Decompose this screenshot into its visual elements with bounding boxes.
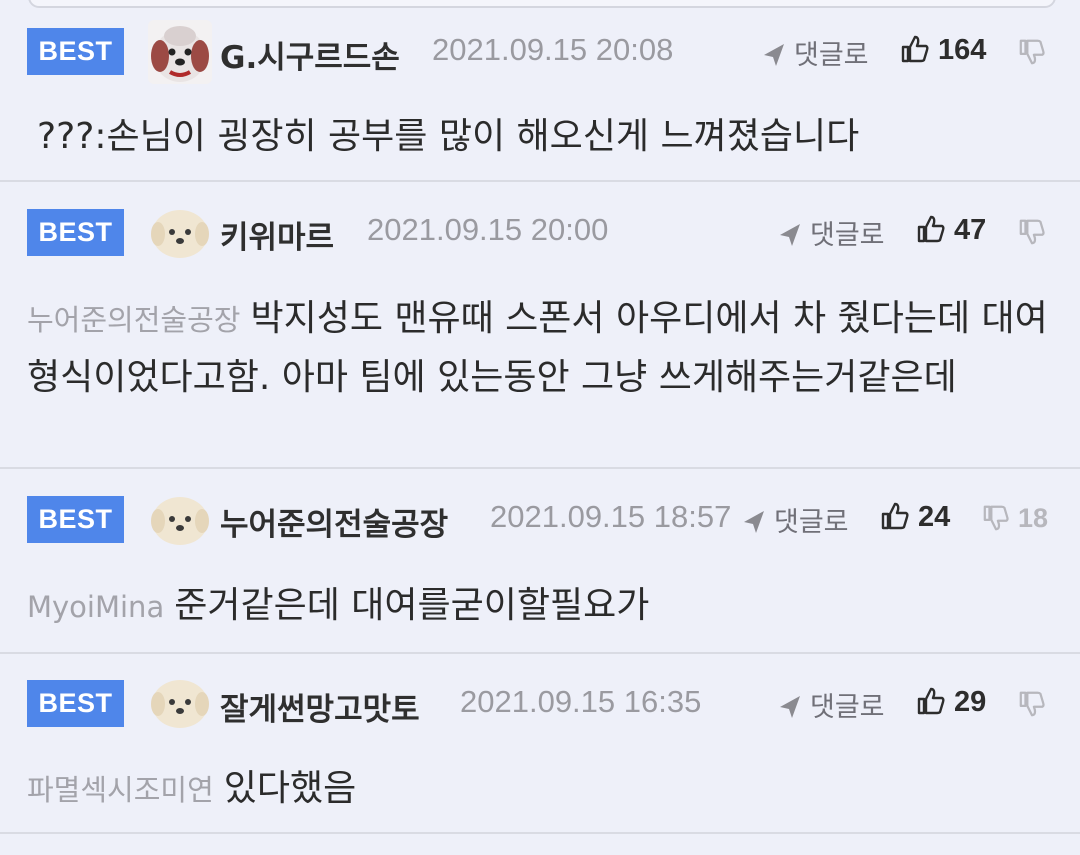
comment-text: 준거같은데 대여를굳이할필요가 [174, 585, 650, 626]
like-button[interactable]: 164 [900, 34, 986, 72]
best-badge: BEST [27, 680, 124, 727]
comment-list-page: BEST G.시구르드손 2021.09.15 20:08 댓글로 164 ??… [0, 0, 1080, 855]
reply-button[interactable]: 댓글로 [762, 33, 869, 75]
comment-item: BEST G.시구르드손 2021.09.15 20:08 댓글로 164 ??… [0, 0, 1080, 182]
dislike-button[interactable] [1018, 689, 1054, 725]
reply-label: 댓글로 [810, 220, 885, 251]
comment-date: 2021.09.15 20:00 [367, 212, 609, 247]
comment-item: BEST 키위마르 2021.09.15 20:00 댓글로 47 누어준의전술… [0, 182, 1080, 469]
like-button[interactable]: 29 [916, 686, 986, 724]
reply-button[interactable]: 댓글로 [778, 685, 885, 727]
comment-body: 누어준의전술공장 박지성도 맨유때 스폰서 아우디에서 차 줬다는데 대여형식이었… [27, 290, 1057, 407]
like-button[interactable]: 24 [880, 501, 950, 539]
comment-date: 2021.09.15 16:35 [460, 684, 702, 719]
like-count: 47 [954, 214, 987, 246]
reply-button[interactable]: 댓글로 [778, 213, 885, 255]
best-badge: BEST [27, 28, 124, 75]
best-badge: BEST [27, 209, 124, 256]
comment-author[interactable]: 잘게썬망고맛토 [220, 684, 420, 729]
thumbs-up-icon [880, 501, 910, 539]
like-count: 24 [918, 501, 951, 533]
thumbs-down-icon [982, 504, 1010, 539]
reply-mention[interactable]: 누어준의전술공장 [27, 303, 240, 337]
reply-mention[interactable]: 파멸섹시조미연 [27, 773, 214, 807]
avatar[interactable] [148, 672, 212, 736]
comment-date: 2021.09.15 18:57 [490, 499, 732, 534]
reply-label: 댓글로 [774, 507, 849, 538]
reply-label: 댓글로 [810, 692, 885, 723]
reply-arrow-icon [778, 694, 802, 727]
thumbs-down-icon [1018, 38, 1046, 73]
thumbs-down-icon [1018, 690, 1046, 725]
comment-item: BEST 잘게썬망고맛토 2021.09.15 16:35 댓글로 29 파멸섹… [0, 654, 1080, 834]
comment-body: ???:손님이 굉장히 공부를 많이 해오신게 느껴졌습니다 [27, 108, 1057, 167]
thumbs-up-icon [900, 34, 930, 72]
reply-label: 댓글로 [794, 40, 869, 71]
comment-text: 있다했음 [223, 768, 357, 809]
reply-button[interactable]: 댓글로 [742, 500, 849, 542]
avatar[interactable] [148, 489, 212, 553]
reply-arrow-icon [762, 42, 786, 75]
comment-date: 2021.09.15 20:08 [432, 32, 674, 67]
avatar[interactable] [148, 20, 212, 84]
dislike-button[interactable] [1018, 217, 1054, 253]
avatar[interactable] [148, 202, 212, 266]
like-button[interactable]: 47 [916, 214, 986, 252]
dislike-button[interactable] [1018, 37, 1054, 73]
comment-author[interactable]: 키위마르 [220, 212, 334, 257]
comment-author[interactable]: 누어준의전술공장 [220, 499, 448, 544]
reply-mention[interactable]: MyoiMina [27, 590, 164, 624]
best-badge: BEST [27, 496, 124, 543]
like-count: 29 [954, 686, 987, 718]
comment-body: 파멸섹시조미연 있다했음 [27, 760, 1057, 819]
like-count: 164 [938, 34, 987, 66]
dislike-button[interactable]: 18 [982, 503, 1048, 539]
dislike-count: 18 [1018, 503, 1049, 533]
reply-arrow-icon [742, 509, 766, 542]
comment-text: ???:손님이 굉장히 공부를 많이 해오신게 느껴졌습니다 [37, 116, 860, 157]
thumbs-up-icon [916, 214, 946, 252]
thumbs-down-icon [1018, 218, 1046, 253]
comment-body: MyoiMina 준거같은데 대여를굳이할필요가 [27, 577, 1057, 636]
comment-item: BEST 누어준의전술공장 2021.09.15 18:57 댓글로 24 18… [0, 469, 1080, 654]
reply-arrow-icon [778, 222, 802, 255]
comment-author[interactable]: G.시구르드손 [220, 32, 400, 77]
thumbs-up-icon [916, 686, 946, 724]
